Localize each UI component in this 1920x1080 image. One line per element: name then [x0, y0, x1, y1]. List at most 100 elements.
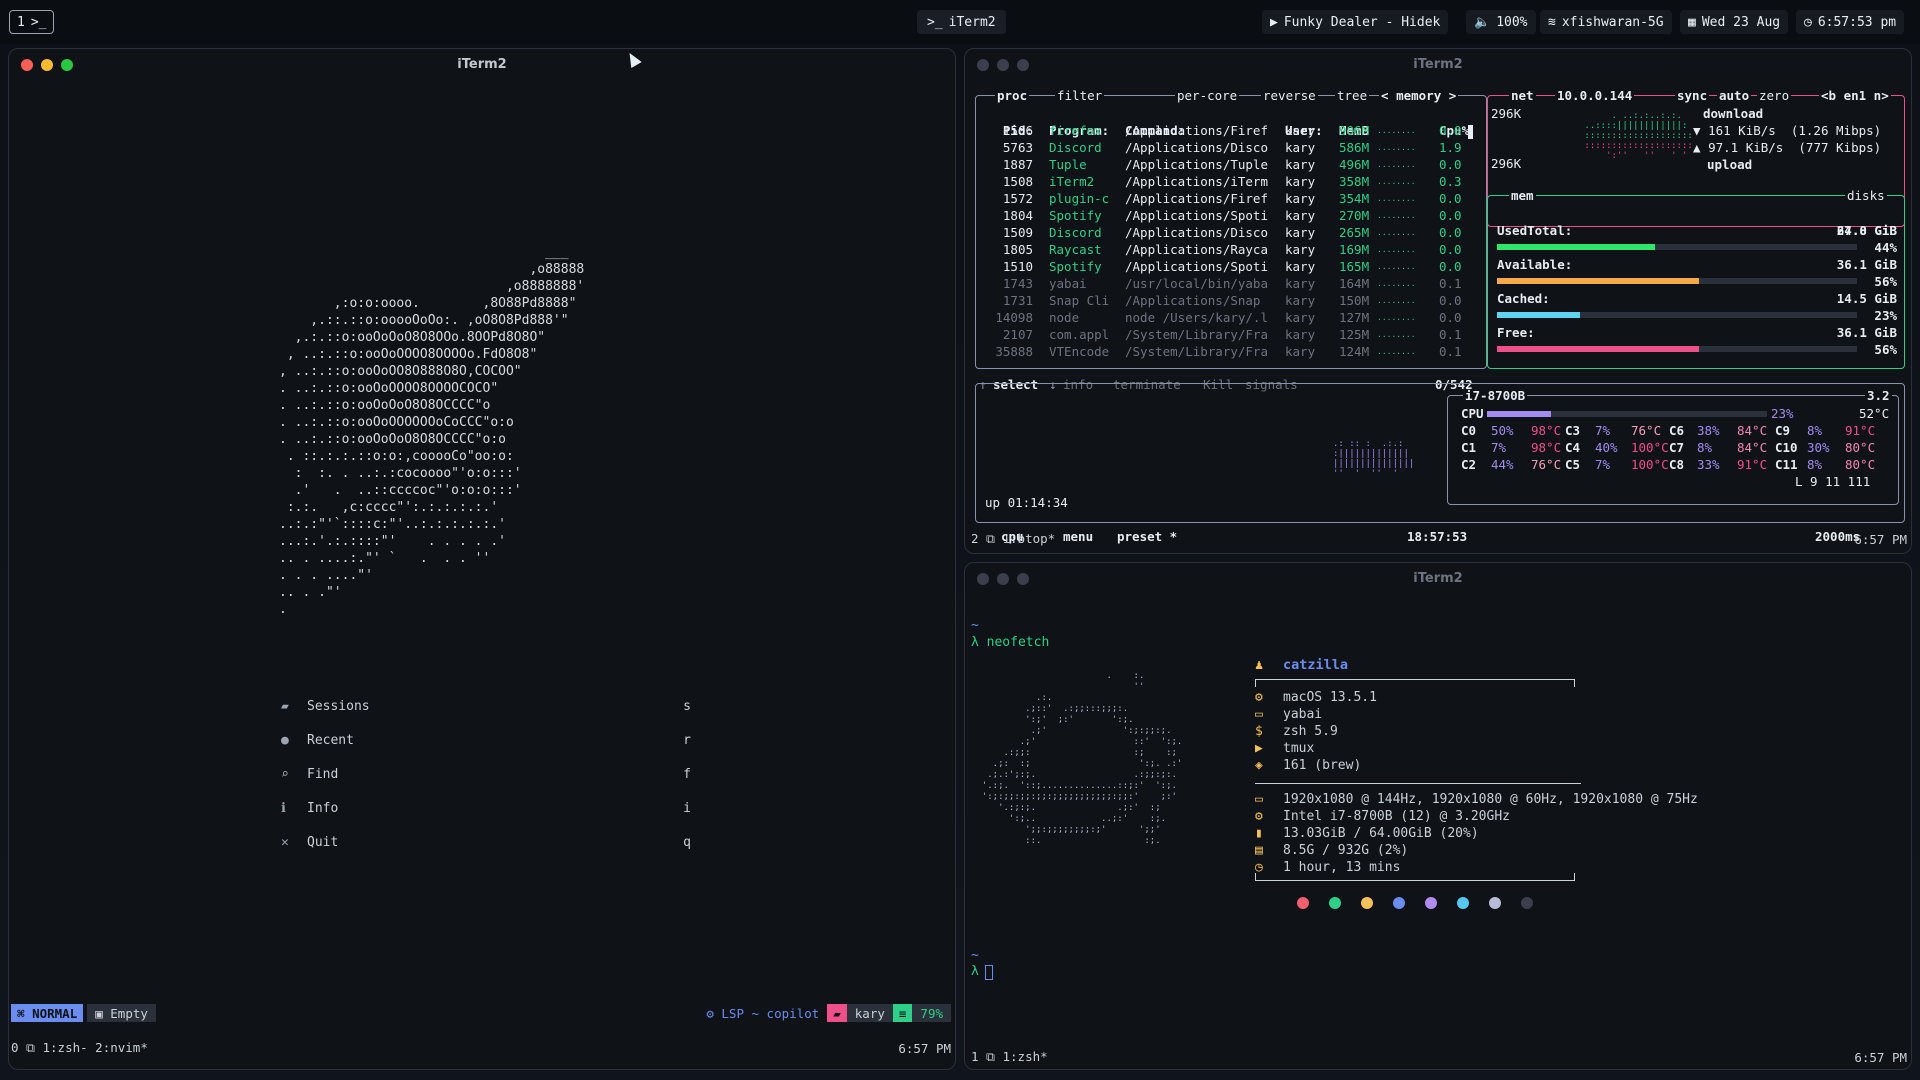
- info-text: 8.5G / 932G (2%): [1283, 843, 1409, 858]
- proc-table-body: 1506 firefox/Applications/Firef kary 906M..…: [985, 122, 1485, 362]
- zero-toggle[interactable]: zero: [1757, 89, 1792, 103]
- menu-item-info[interactable]: ℹ Info i: [281, 801, 691, 816]
- table-row[interactable]: 1743 yabai/usr/local/bin/yaba kary 164M....…: [985, 275, 1485, 292]
- focused-app[interactable]: >_ iTerm2: [917, 10, 1006, 34]
- zoom-button[interactable]: [1017, 59, 1029, 71]
- color-swatch: [1393, 897, 1405, 909]
- row-program: Discord: [1049, 140, 1102, 155]
- tmux-windows[interactable]: 1 ⧉ 1:zsh*: [971, 1049, 1048, 1065]
- window-titlebar[interactable]: iTerm2: [9, 49, 955, 79]
- table-row[interactable]: 35888 VTEncode/System/Library/Fra kary 124M…: [985, 343, 1485, 360]
- row-cpu-graph: ........: [1377, 262, 1416, 271]
- mem-item-bar: [1497, 278, 1857, 284]
- workspace-indicator[interactable]: 1 >_: [9, 10, 55, 34]
- zoom-button[interactable]: [61, 59, 73, 71]
- iterm-window-btop[interactable]: iTerm2 proc filter per-core reverse tree…: [964, 48, 1912, 554]
- volume-widget[interactable]: 🔈 100%: [1466, 10, 1536, 34]
- wifi-widget[interactable]: ≋ xfishwaran-5G: [1540, 10, 1672, 34]
- row-pid: 1804: [1002, 208, 1033, 223]
- table-row[interactable]: 1887 Tuple/Applications/Tuple kary 496M....…: [985, 156, 1485, 173]
- table-row[interactable]: 1804 Spotify/Applications/Spoti kary 270M..…: [985, 207, 1485, 224]
- table-row[interactable]: 14098 node node /Users/kary/.l kary 127M....…: [985, 309, 1485, 326]
- clock-widget[interactable]: ◷ 6:57:53 pm: [1796, 10, 1905, 34]
- menu-item-find[interactable]: ⌕ Find f: [281, 767, 691, 782]
- reverse-label[interactable]: reverse: [1261, 89, 1318, 103]
- search-icon: ⌕: [281, 767, 289, 782]
- net-label[interactable]: net: [1509, 89, 1536, 103]
- row-program: Tuple: [1049, 157, 1087, 172]
- menu-item-quit[interactable]: ✕ Quit q: [281, 835, 691, 850]
- table-row[interactable]: 1506 firefox/Applications/Firef kary 906M..…: [985, 122, 1485, 139]
- proc-label[interactable]: proc: [995, 89, 1030, 103]
- terminal-icon: ▶: [1255, 741, 1263, 756]
- date-value: Wed 23 Aug: [1701, 14, 1781, 30]
- minimize-button[interactable]: [997, 59, 1009, 71]
- table-row[interactable]: 5763 Discord/Applications/Disco kary 586M..…: [985, 139, 1485, 156]
- cpu-core-label: C11: [1775, 457, 1798, 472]
- cpu-total-bar: [1487, 411, 1767, 417]
- mem-item-value: 36.1 GiB: [1836, 325, 1897, 340]
- neofetch-info-group-1: ⚙ macOS 13.5.1 ▭ yabai $ zsh 5.9 ▶ tmux ◈ 161 (br…: [1255, 689, 1855, 779]
- close-button[interactable]: [21, 59, 33, 71]
- percore-label[interactable]: per-core: [1175, 89, 1240, 103]
- info-text: macOS 13.5.1: [1283, 690, 1377, 705]
- tmux-windows[interactable]: 2 ⧉ 1:btop*: [971, 531, 1055, 547]
- download-rate: ▼ 161 KiB/s (1.26 Mibps): [1693, 123, 1882, 138]
- tree-label[interactable]: tree: [1335, 89, 1370, 103]
- row-mem: 124M: [1339, 344, 1370, 359]
- disks-label[interactable]: disks: [1845, 189, 1887, 203]
- cpu-load: L 9 11 111: [1795, 474, 1871, 489]
- window-titlebar[interactable]: iTerm2: [965, 49, 1911, 79]
- tmux-windows[interactable]: 0 ⧉ 1:zsh- 2:nvim*: [11, 1040, 148, 1056]
- close-button[interactable]: [977, 59, 989, 71]
- cpu-freq: 3.2: [1865, 388, 1892, 403]
- iterm-window-left[interactable]: iTerm2 ___ ,o88888 ,o8888888' ,:o:o:oooo…: [8, 48, 956, 1070]
- row-pid: 35888: [995, 344, 1033, 359]
- window-titlebar[interactable]: iTerm2: [965, 563, 1911, 593]
- cpu-icon: ⚙: [1255, 809, 1263, 824]
- table-row[interactable]: 1731 Snap Cli/Applications/Snap kary 150M..…: [985, 292, 1485, 309]
- table-row[interactable]: 1805 Raycast/Applications/Rayca kary 169M..…: [985, 241, 1485, 258]
- table-row[interactable]: 1508 iTerm2/Applications/iTerm kary 358M...…: [985, 173, 1485, 190]
- row-command: /Applications/Rayca: [1125, 242, 1268, 257]
- table-row[interactable]: 1572 plugin-c/Applications/Firef kary 354M.…: [985, 190, 1485, 207]
- cpu-core-usage: 7%: [1491, 440, 1507, 455]
- iterm-window-neofetch[interactable]: iTerm2 ~ λ neofetch . :. '' .:. .;::' .:…: [964, 562, 1912, 1070]
- volume-value: 100%: [1496, 14, 1528, 30]
- date-widget[interactable]: ▦ Wed 23 Aug: [1680, 10, 1789, 34]
- zoom-button[interactable]: [1017, 573, 1029, 585]
- minimize-button[interactable]: [41, 59, 53, 71]
- table-row[interactable]: 1509 Discord/Applications/Disco kary 265M..…: [985, 224, 1485, 241]
- scrollbar-thumb[interactable]: [1468, 125, 1473, 139]
- table-row[interactable]: 1510 Spotify/Applications/Spoti kary 165M..…: [985, 258, 1485, 275]
- row-pid: 1743: [1002, 276, 1033, 291]
- terminal-cursor[interactable]: [985, 965, 993, 980]
- row-user: kary: [1285, 344, 1316, 359]
- time-value: 6:57:53 pm: [1817, 14, 1897, 30]
- menu-item-recent[interactable]: ● Recent r: [281, 733, 691, 748]
- row-pid: 2107: [1002, 327, 1033, 342]
- menu-item-sessions[interactable]: ▰ Sessions s: [281, 699, 691, 714]
- prompt-symbol: λ: [971, 964, 979, 979]
- auto-toggle[interactable]: auto: [1717, 89, 1752, 103]
- sync-toggle[interactable]: sync: [1675, 89, 1710, 103]
- mem-label[interactable]: mem: [1509, 189, 1536, 203]
- interface-selector[interactable]: <b en1 n>: [1819, 89, 1891, 103]
- upload-rate-value: 97.1 KiB/s: [1708, 140, 1784, 155]
- close-button[interactable]: [977, 573, 989, 585]
- download-label: download: [1703, 106, 1764, 121]
- table-row[interactable]: 2107 com.appl/System/Library/Fra kary 125M.…: [985, 326, 1485, 343]
- filter-label[interactable]: filter: [1055, 89, 1105, 103]
- window-icon: ▭: [1255, 707, 1263, 722]
- memory-sort-label[interactable]: < memory >: [1379, 89, 1459, 103]
- row-cpu: 0.0: [1439, 225, 1462, 240]
- cpu-core-temp: 100°C: [1631, 457, 1669, 472]
- mem-item-pct: 44%: [1874, 240, 1897, 255]
- focused-app-name: iTerm2: [948, 14, 996, 30]
- minimize-button[interactable]: [997, 573, 1009, 585]
- mem-item-fill: [1497, 312, 1580, 318]
- folder-icon: ▰: [827, 1004, 847, 1022]
- mem-item-pct: 56%: [1874, 342, 1897, 357]
- music-widget[interactable]: ▶ Funky Dealer - Hidek: [1262, 10, 1449, 34]
- cpu-core-temp: 80°C: [1845, 440, 1876, 455]
